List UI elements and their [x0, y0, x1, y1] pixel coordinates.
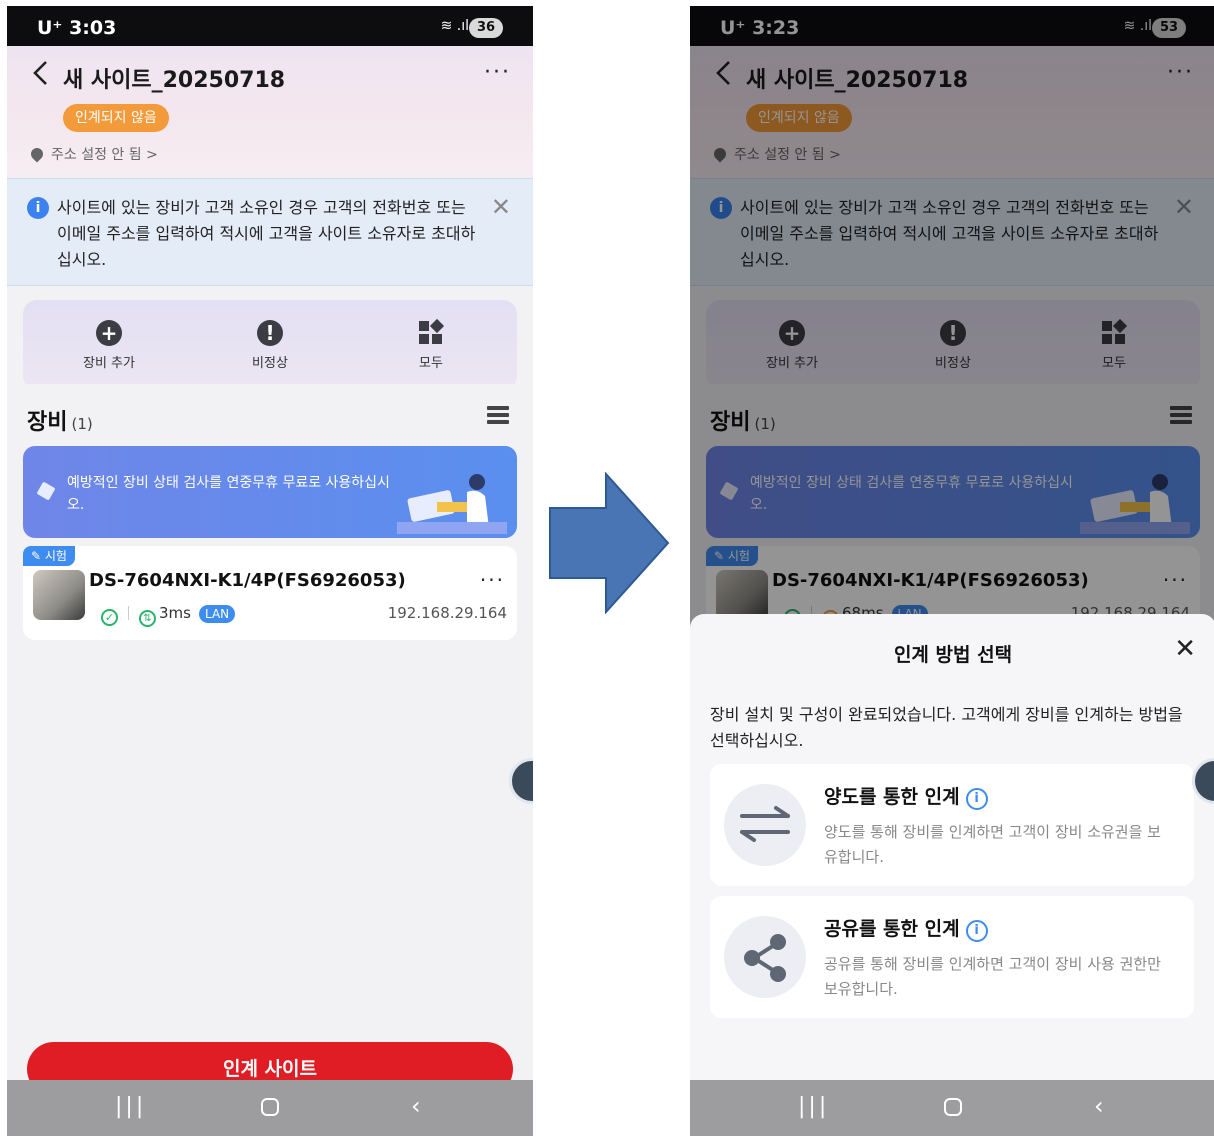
- sheet-title: 인계 방법 선택: [893, 644, 1013, 666]
- notice-text: 사이트에 있는 장비가 고객 소유인 경우 고객의 전화번호 또는 이메일 주소…: [57, 198, 476, 269]
- latency-value: 3ms: [159, 604, 191, 622]
- info-icon: i: [27, 197, 49, 219]
- transition-arrow-icon: [549, 472, 670, 614]
- share-icon: [724, 916, 806, 998]
- share-handover-option[interactable]: 공유를 통한 인계 i 공유를 통해 장비를 인계하면 고객이 장비 사용 권한만…: [710, 896, 1194, 1018]
- share-option-description: 공유를 통해 장비를 인계하면 고객이 장비 사용 권한만 보유합니다.: [824, 955, 1161, 998]
- abnormal-button[interactable]: ! 비정상: [210, 320, 330, 371]
- trial-label: 시험: [44, 549, 67, 563]
- network-badge: LAN: [198, 605, 236, 623]
- sheet-description: 장비 설치 및 구성이 완료되었습니다. 고객에게 장비를 인계하는 방법을 선…: [710, 705, 1183, 750]
- device-name: DS-7604NXI-K1/4P(FS6926053): [89, 570, 406, 591]
- device-ip: 192.168.29.164: [387, 604, 507, 622]
- location-pin-icon: [28, 145, 46, 163]
- battery-icon: 36: [469, 18, 503, 38]
- app-header: 새 사이트_20250718 ···: [7, 46, 533, 106]
- latency-icon: ⇅: [139, 610, 156, 627]
- signal-icon: ≋ .ıl: [440, 18, 469, 34]
- all-button[interactable]: 모두: [371, 318, 491, 371]
- device-thumbnail: [33, 570, 85, 620]
- close-notice-button[interactable]: ✕: [491, 193, 511, 221]
- status-badge: 인계되지 않음: [63, 104, 169, 132]
- recents-icon[interactable]: |||: [115, 1094, 146, 1119]
- close-sheet-button[interactable]: ✕: [1174, 634, 1196, 664]
- system-nav-bar: ||| ‹: [690, 1080, 1214, 1136]
- device-more-button[interactable]: ···: [480, 568, 505, 592]
- online-check-icon: ✓: [101, 609, 118, 626]
- comparison-stage: U⁺ 3:03 ≋ .ıl 36 새 사이트_20250718 ··· 인계되지…: [0, 0, 1214, 1136]
- status-time: U⁺ 3:03: [37, 17, 117, 39]
- add-device-button[interactable]: + 장비 추가: [49, 320, 169, 371]
- promo-illustration: [397, 474, 507, 534]
- address-text: 주소 설정 안 됨 >: [51, 147, 158, 163]
- address-link[interactable]: 주소 설정 안 됨 >: [28, 144, 158, 164]
- handover-method-sheet: 인계 방법 선택 ✕ 장비 설치 및 구성이 완료되었습니다. 고객에게 장비를…: [690, 614, 1214, 1080]
- device-count: (1): [71, 415, 93, 433]
- home-icon[interactable]: [944, 1098, 962, 1116]
- promo-text: 예방적인 장비 상태 검사를 연중무휴 무료로 사용하십시오.: [67, 475, 390, 513]
- promo-banner[interactable]: 예방적인 장비 상태 검사를 연중무휴 무료로 사용하십시오.: [23, 446, 517, 538]
- transfer-option-title-text: 양도를 통한 인계: [824, 786, 960, 808]
- transfer-option-description: 양도를 통해 장비를 인계하면 고객이 장비 소유권을 보유합니다.: [824, 823, 1161, 866]
- transfer-arrows-icon: [724, 784, 806, 866]
- nav-back-icon[interactable]: ‹: [1094, 1092, 1104, 1120]
- share-option-title-text: 공유를 통한 인계: [824, 918, 960, 940]
- grid-icon: [418, 318, 445, 346]
- section-title-text: 장비: [27, 410, 68, 435]
- page-title: 새 사이트_20250718: [63, 68, 286, 93]
- notice-banner: i 사이트에 있는 장비가 고객 소유인 경우 고객의 전화번호 또는 이메일 …: [7, 178, 533, 286]
- section-title: 장비 (1): [27, 404, 93, 436]
- list-view-icon[interactable]: [487, 406, 509, 430]
- info-circle-icon[interactable]: i: [965, 920, 988, 942]
- alert-circle-icon: !: [257, 320, 283, 346]
- abnormal-label: 비정상: [252, 356, 288, 371]
- phone-before: U⁺ 3:03 ≋ .ıl 36 새 사이트_20250718 ··· 인계되지…: [7, 6, 533, 1136]
- add-device-label: 장비 추가: [83, 356, 135, 371]
- cube-icon: [36, 481, 56, 501]
- back-icon[interactable]: [31, 60, 51, 86]
- more-menu-button[interactable]: ···: [484, 60, 511, 85]
- transfer-handover-option[interactable]: 양도를 통한 인계 i 양도를 통해 장비를 인계하면 고객이 장비 소유권을 보…: [710, 764, 1194, 886]
- system-nav-bar: ||| ‹: [7, 1080, 533, 1136]
- all-label: 모두: [419, 356, 443, 371]
- home-icon[interactable]: [261, 1098, 279, 1116]
- recents-icon[interactable]: |||: [798, 1094, 829, 1119]
- share-option-title: 공유를 통한 인계 i: [824, 914, 988, 942]
- quick-actions: + 장비 추가 ! 비정상 모두: [23, 300, 517, 390]
- device-status-row: ✓ ⇅ 3ms LAN: [101, 604, 236, 627]
- transfer-option-title: 양도를 통한 인계 i: [824, 782, 988, 810]
- plus-circle-icon: +: [96, 320, 122, 346]
- info-circle-icon[interactable]: i: [965, 788, 988, 810]
- trial-badge: ✎ 시험: [23, 546, 75, 566]
- phone-after: U⁺ 3:23 ≋ .ıl 53 새 사이트_20250718 ··· 인계되지…: [690, 6, 1214, 1136]
- device-card[interactable]: ✎ 시험 DS-7604NXI-K1/4P(FS6926053) ··· ✓ ⇅ 3…: [23, 546, 517, 640]
- nav-back-icon[interactable]: ‹: [411, 1092, 421, 1120]
- status-bar: U⁺ 3:03 ≋ .ıl 36: [7, 6, 533, 46]
